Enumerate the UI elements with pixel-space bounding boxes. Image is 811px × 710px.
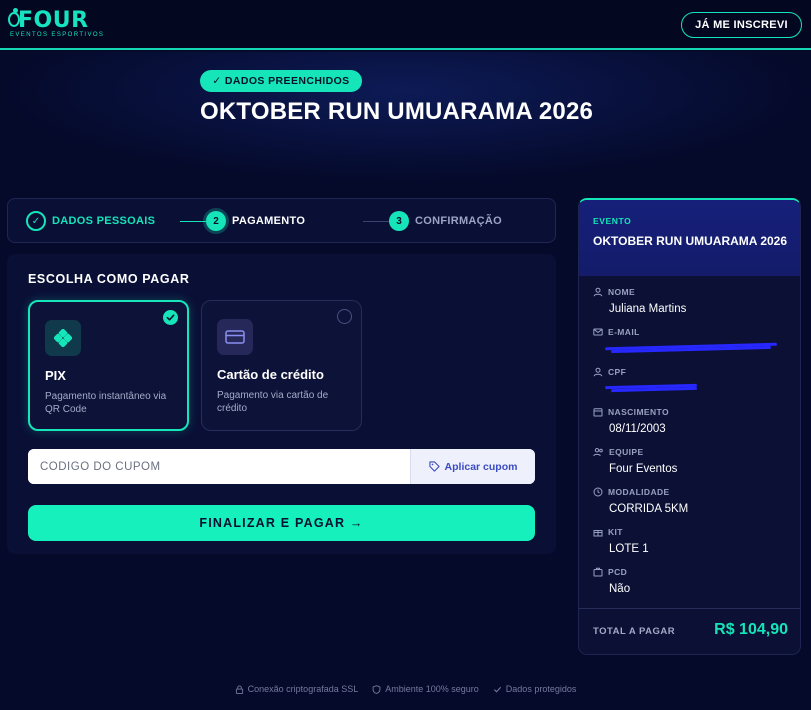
summary-total: TOTAL A PAGAR R$ 104,90 <box>579 608 800 654</box>
field-label: EQUIPE <box>609 446 644 457</box>
clock-icon <box>593 487 603 496</box>
field-label: MODALIDADE <box>608 486 670 497</box>
credit-card-icon <box>217 319 253 355</box>
logo-subtitle: EVENTOS ESPORTIVOS <box>10 32 105 38</box>
step-pagamento: 2 PAGAMENTO <box>206 210 305 232</box>
accessibility-icon <box>593 567 603 576</box>
summary-field-modalidade: MODALIDADE CORRIDA 5KM <box>593 486 793 515</box>
field-value: Four Eventos <box>609 463 678 475</box>
summary-field-nascimento: NASCIMENTO 08/11/2003 <box>593 406 793 435</box>
footer-item-protected: Dados protegidos <box>493 682 577 696</box>
lock-icon <box>235 684 243 694</box>
check-icon <box>493 686 501 693</box>
calendar-icon <box>593 407 603 416</box>
finalize-pay-button[interactable]: FINALIZAR E PAGAR → <box>28 505 535 541</box>
step-number: 3 <box>389 211 409 231</box>
page-title: OKTOBER RUN UMUARAMA 2026 <box>200 98 594 125</box>
summary-field-equipe: EQUIPE Four Eventos <box>593 446 793 475</box>
tag-icon <box>428 461 440 472</box>
field-value: 08/11/2003 <box>609 423 666 435</box>
apply-coupon-label: Aplicar cupom <box>444 460 518 473</box>
ja-me-inscrevi-button[interactable]: JÁ ME INSCREVI <box>681 12 802 38</box>
summary-field-pcd: PCD Não <box>593 566 793 595</box>
summary-field-nome: NOME Juliana Martins <box>593 286 793 315</box>
summary-header: EVENTO OKTOBER RUN UMUARAMA 2026 <box>579 200 800 276</box>
top-bar: FOUR EVENTOS ESPORTIVOS JÁ ME INSCREVI <box>0 0 811 50</box>
check-icon <box>163 310 178 325</box>
field-label: NOME <box>608 286 636 297</box>
summary-field-kit: KIT LOTE 1 <box>593 526 793 555</box>
coupon-group: Aplicar cupom <box>28 449 535 484</box>
step-confirmacao: 3 CONFIRMAÇÃO <box>389 210 502 232</box>
field-label: KIT <box>608 526 623 537</box>
footer-item-ssl: Conexão criptografada SSL <box>235 682 359 696</box>
status-badge: ✓ DADOS PREENCHIDOS <box>200 70 362 92</box>
step-connector <box>363 221 389 222</box>
summary-field-email: E-MAIL <box>593 326 793 355</box>
redacted-email <box>604 341 793 355</box>
order-summary: EVENTO OKTOBER RUN UMUARAMA 2026 NOME Ju… <box>578 198 801 655</box>
event-label: EVENTO <box>593 216 632 226</box>
total-label: TOTAL A PAGAR <box>593 626 676 637</box>
step-label: CONFIRMAÇÃO <box>415 215 503 227</box>
payment-option-credit-card[interactable]: Cartão de crédito Pagamento via cartão d… <box>201 300 362 431</box>
apply-coupon-button[interactable]: Aplicar cupom <box>410 449 535 484</box>
security-footer: Conexão criptografada SSL Ambiente 100% … <box>0 682 811 696</box>
field-value: LOTE 1 <box>609 543 649 555</box>
total-value: R$ 104,90 <box>714 621 788 638</box>
payment-panel: ESCOLHA COMO PAGAR PIX Pagamento instant… <box>7 254 556 554</box>
field-value: Juliana Martins <box>609 303 687 315</box>
field-value: CORRIDA 5KM <box>609 503 689 515</box>
footer-text: Dados protegidos <box>505 684 577 694</box>
radio-icon <box>337 309 352 324</box>
step-number: 2 <box>206 211 226 231</box>
team-icon <box>593 447 603 456</box>
redacted-cpf <box>604 381 793 395</box>
footer-text: Ambiente 100% seguro <box>385 684 479 694</box>
option-name: Cartão de crédito <box>217 367 324 382</box>
user-icon <box>593 367 603 376</box>
logo-text: FOUR <box>18 8 89 33</box>
field-label: E-MAIL <box>608 326 640 337</box>
payment-title: ESCOLHA COMO PAGAR <box>28 272 190 286</box>
footer-text: Conexão criptografada SSL <box>247 684 359 694</box>
step-check-icon: ✓ <box>26 211 46 231</box>
gift-icon <box>593 529 603 536</box>
payment-option-pix[interactable]: PIX Pagamento instantâneo via QR Code <box>28 300 189 431</box>
brand-logo[interactable]: FOUR EVENTOS ESPORTIVOS <box>8 8 103 40</box>
option-description: Pagamento instantâneo via QR Code <box>45 391 167 415</box>
field-label: NASCIMENTO <box>608 406 669 417</box>
option-description: Pagamento via cartão de crédito <box>217 390 329 414</box>
step-label: DADOS PESSOAIS <box>52 215 156 227</box>
field-value: Não <box>609 583 631 595</box>
user-icon <box>593 287 603 296</box>
shield-icon <box>372 684 381 694</box>
option-name: PIX <box>45 368 66 383</box>
field-label: PCD <box>608 566 628 577</box>
field-label: CPF <box>608 366 627 377</box>
checkout-stepper: ✓ DADOS PESSOAIS 2 PAGAMENTO 3 CONFIRMAÇ… <box>7 198 556 243</box>
footer-item-secure: Ambiente 100% seguro <box>372 682 479 696</box>
summary-field-cpf: CPF <box>593 366 793 395</box>
step-connector <box>180 221 206 222</box>
coupon-input[interactable] <box>28 449 410 484</box>
mail-icon <box>593 328 603 335</box>
step-dados-pessoais[interactable]: ✓ DADOS PESSOAIS <box>26 210 155 232</box>
event-title: OKTOBER RUN UMUARAMA 2026 <box>593 234 788 248</box>
step-label: PAGAMENTO <box>232 215 306 227</box>
pix-icon <box>45 320 81 356</box>
